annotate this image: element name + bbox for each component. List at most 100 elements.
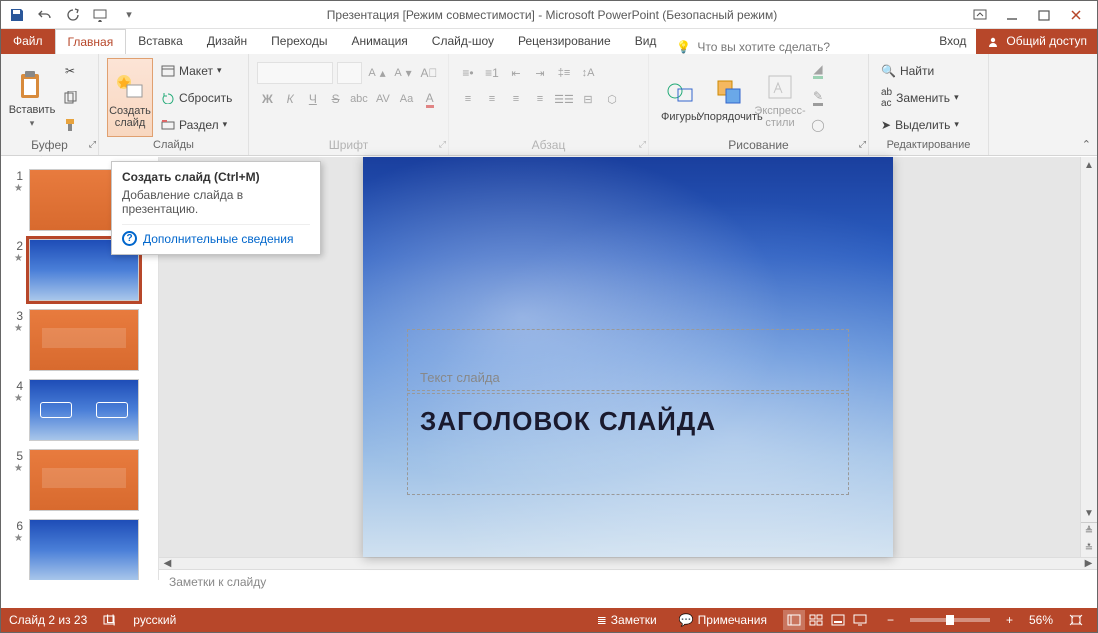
strike-button[interactable]: S [325, 88, 346, 110]
font-family-combo[interactable] [257, 62, 333, 84]
dialog-launcher-icon[interactable]: ⤢ [639, 136, 646, 152]
bold-button[interactable]: Ж [257, 88, 278, 110]
redo-icon[interactable] [65, 7, 81, 23]
minimize-icon[interactable] [1005, 8, 1019, 22]
scroll-up-icon[interactable]: ▲ [1081, 157, 1097, 174]
status-slide-count[interactable]: Слайд 2 из 23 [9, 613, 87, 627]
thumbnail-preview[interactable] [29, 309, 139, 371]
tab-insert[interactable]: Вставка [126, 29, 195, 54]
align-right-button[interactable]: ≡ [505, 88, 527, 110]
smartart-button[interactable]: ⬡ [601, 88, 623, 110]
undo-icon[interactable] [37, 7, 53, 23]
scroll-down-icon[interactable]: ▼ [1081, 505, 1097, 522]
tab-view[interactable]: Вид [623, 29, 669, 54]
subtitle-placeholder[interactable]: Текст слайда [407, 329, 849, 391]
slideshow-view-button[interactable] [849, 610, 871, 630]
new-slide-button[interactable]: Создать слайд [107, 58, 153, 137]
char-spacing-button[interactable]: AV [372, 88, 394, 110]
section-button[interactable]: Раздел▾ [157, 114, 236, 136]
text-direction-button[interactable]: ↕A [577, 62, 599, 84]
shape-outline-button[interactable]: ✎ [807, 87, 829, 109]
tab-file[interactable]: Файл [1, 29, 55, 54]
thumbnail-item[interactable]: 4★ [1, 375, 158, 445]
italic-button[interactable]: К [280, 88, 301, 110]
start-slideshow-icon[interactable] [93, 7, 109, 23]
close-icon[interactable] [1069, 8, 1083, 22]
next-slide-icon[interactable]: ≛ [1081, 540, 1097, 557]
scroll-right-icon[interactable]: ▶ [1080, 558, 1097, 569]
thumbnail-preview[interactable] [29, 379, 139, 441]
title-placeholder[interactable]: ЗАГОЛОВОК СЛАЙДА [407, 393, 849, 495]
tooltip-help-link[interactable]: ? Дополнительные сведения [122, 224, 310, 246]
share-button[interactable]: Общий доступ [976, 29, 1097, 54]
status-language[interactable]: русский [133, 613, 176, 627]
align-center-button[interactable]: ≡ [481, 88, 503, 110]
horizontal-scrollbar[interactable]: ◀ ▶ [159, 557, 1097, 569]
zoom-slider[interactable] [910, 618, 990, 622]
numbering-button[interactable]: ≡1 [481, 62, 503, 84]
bullets-button[interactable]: ≡• [457, 62, 479, 84]
paste-button[interactable]: Вставить ▾ [9, 58, 55, 137]
ribbon-options-icon[interactable] [973, 8, 987, 22]
tab-transitions[interactable]: Переходы [259, 29, 339, 54]
vertical-scrollbar[interactable]: ▲ ▼ ≜ ≛ [1080, 157, 1097, 557]
clear-format-button[interactable]: A⃠ [418, 62, 440, 84]
increase-font-button[interactable]: A▴ [366, 62, 388, 84]
tab-design[interactable]: Дизайн [195, 29, 259, 54]
zoom-out-button[interactable]: − [881, 613, 900, 627]
shape-fill-button[interactable]: ◢ [807, 60, 829, 82]
fit-window-button[interactable] [1063, 614, 1089, 626]
thumbnail-preview[interactable] [29, 519, 139, 580]
qat-customize-icon[interactable]: ▾ [121, 7, 137, 23]
prev-slide-icon[interactable]: ≜ [1081, 523, 1097, 540]
notes-toggle[interactable]: ≣Заметки [591, 613, 663, 627]
decrease-font-button[interactable]: A▾ [392, 62, 414, 84]
copy-button[interactable] [59, 87, 81, 109]
shadow-button[interactable]: abc [348, 88, 370, 110]
zoom-in-button[interactable]: + [1000, 613, 1019, 627]
quick-styles-button[interactable]: Экспресс- стили [757, 58, 803, 137]
shape-effects-button[interactable]: ◯ [807, 114, 829, 136]
normal-view-button[interactable] [783, 610, 805, 630]
line-spacing-button[interactable]: ‡≡ [553, 62, 575, 84]
decrease-indent-button[interactable]: ⇤ [505, 62, 527, 84]
zoom-level[interactable]: 56% [1029, 613, 1053, 627]
scroll-left-icon[interactable]: ◀ [159, 558, 176, 569]
increase-indent-button[interactable]: ⇥ [529, 62, 551, 84]
thumbnail-item[interactable]: 5★ [1, 445, 158, 515]
sorter-view-button[interactable] [805, 610, 827, 630]
font-size-combo[interactable] [337, 62, 362, 84]
collapse-ribbon-icon[interactable]: ⌃ [1082, 138, 1091, 151]
align-text-button[interactable]: ⊟ [577, 88, 599, 110]
change-case-button[interactable]: Aa [396, 88, 417, 110]
dialog-launcher-icon[interactable]: ⤢ [439, 136, 446, 152]
reset-button[interactable]: Сбросить [157, 87, 236, 109]
tab-home[interactable]: Главная [55, 29, 127, 54]
format-painter-button[interactable] [59, 114, 81, 136]
replace-button[interactable]: abacЗаменить▾ [877, 87, 963, 109]
reading-view-button[interactable] [827, 610, 849, 630]
thumbnail-preview[interactable] [29, 449, 139, 511]
tab-animations[interactable]: Анимация [339, 29, 419, 54]
font-color-button[interactable]: A [419, 88, 440, 110]
arrange-button[interactable]: Упорядочить [707, 58, 753, 137]
slide-canvas[interactable]: Текст слайда ЗАГОЛОВОК СЛАЙДА [363, 157, 893, 557]
dialog-launcher-icon[interactable]: ⤢ [859, 136, 866, 152]
thumbnail-item[interactable]: 6★ [1, 515, 158, 580]
notes-pane[interactable]: Заметки к слайду [159, 569, 1097, 593]
maximize-icon[interactable] [1037, 8, 1051, 22]
save-icon[interactable] [9, 7, 25, 23]
tell-me-search[interactable]: 💡 Что вы хотите сделать? [676, 40, 830, 54]
tab-slideshow[interactable]: Слайд-шоу [420, 29, 506, 54]
columns-button[interactable]: ☰☰ [553, 88, 575, 110]
shapes-button[interactable]: Фигуры [657, 58, 703, 137]
cut-button[interactable]: ✂ [59, 60, 81, 82]
underline-button[interactable]: Ч [302, 88, 323, 110]
justify-button[interactable]: ≡ [529, 88, 551, 110]
find-button[interactable]: 🔍Найти [877, 60, 963, 82]
spellcheck-icon[interactable]: Ц [97, 613, 123, 627]
layout-button[interactable]: Макет▾ [157, 60, 236, 82]
select-button[interactable]: ➤Выделить▾ [877, 114, 963, 136]
tab-review[interactable]: Рецензирование [506, 29, 623, 54]
dialog-launcher-icon[interactable]: ⤢ [89, 136, 96, 152]
